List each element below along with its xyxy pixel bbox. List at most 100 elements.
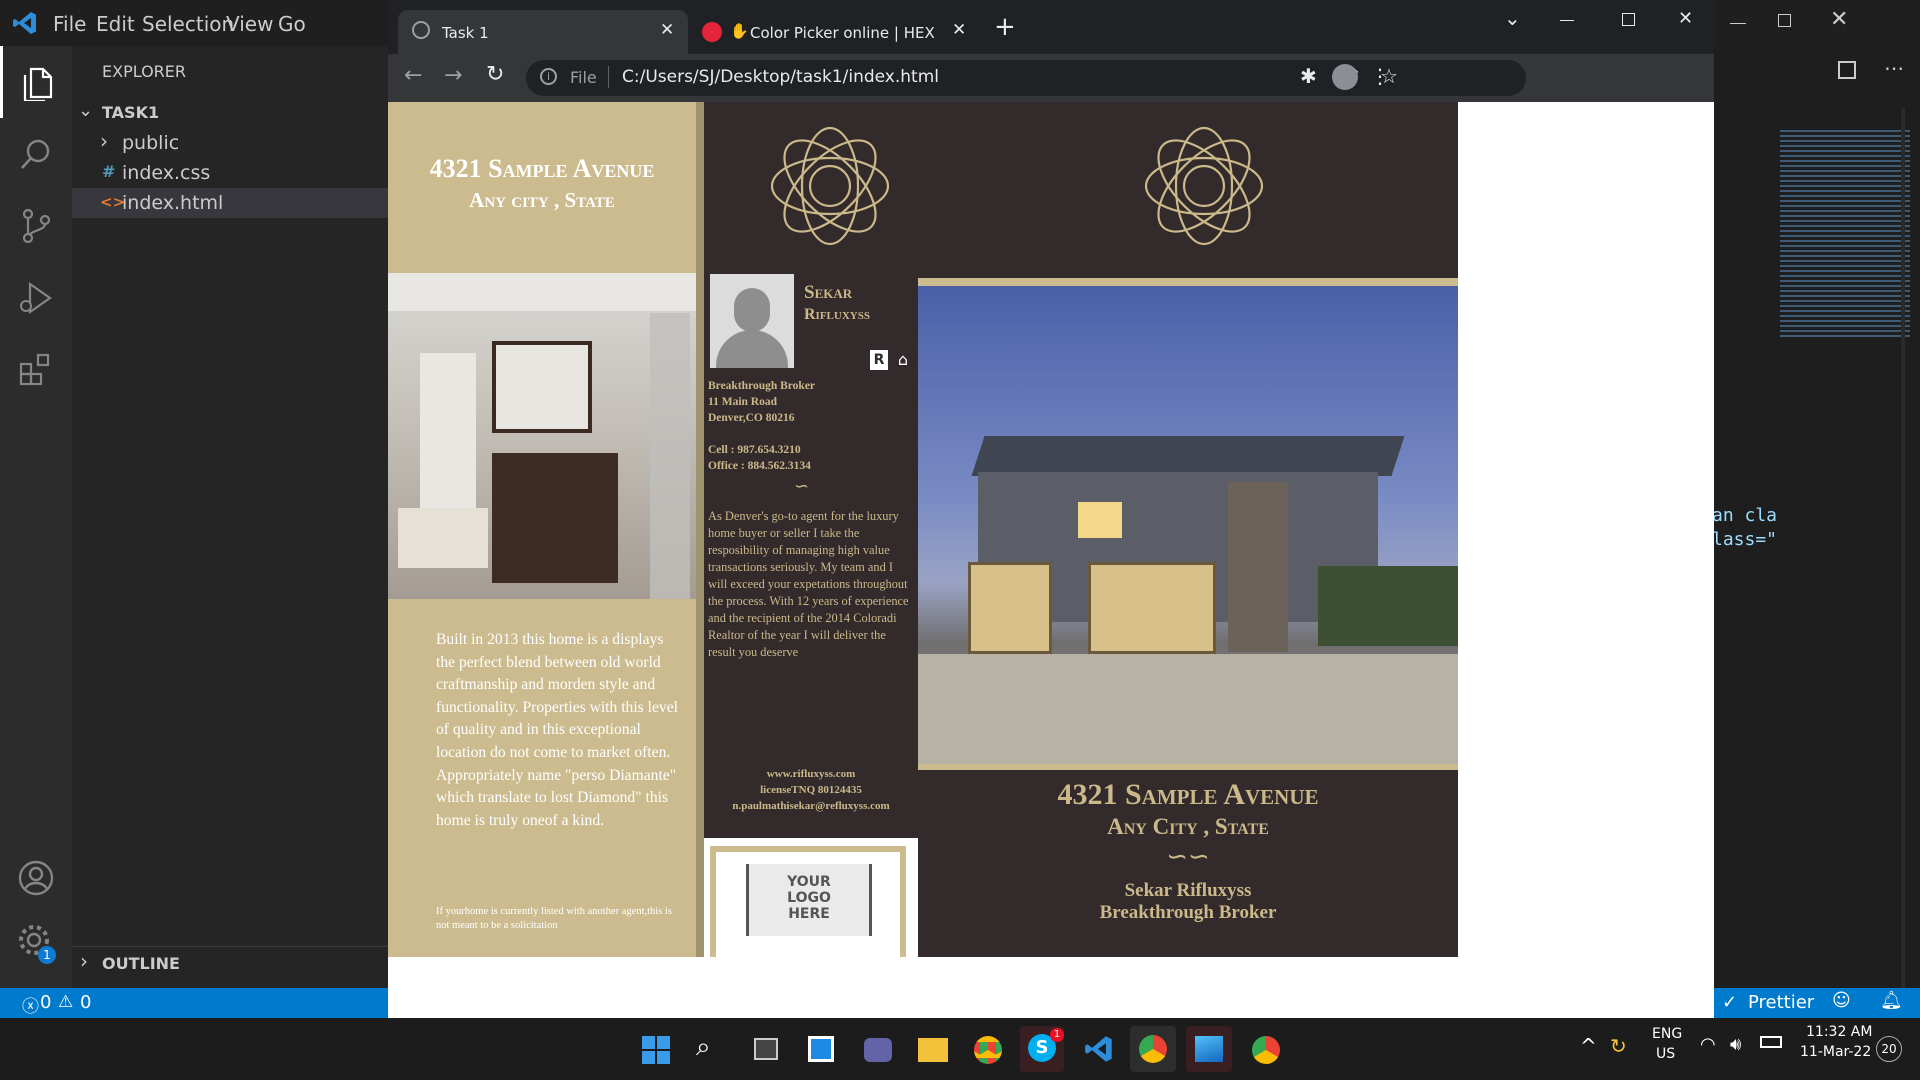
tab-task1[interactable]: Task 1 ✕ <box>398 10 688 54</box>
warning-count[interactable]: 0 <box>80 992 91 1013</box>
feedback-icon[interactable]: ☺ <box>1832 990 1851 1011</box>
forward-icon[interactable]: → <box>444 63 462 88</box>
street-line: 11 Main Road <box>708 396 778 408</box>
explorer-icon[interactable] <box>0 46 72 118</box>
teams-chat-icon[interactable] <box>864 1038 892 1062</box>
flourish-ornament-icon: ∽ <box>794 476 810 497</box>
extensions-puzzle-icon[interactable]: ✱ <box>1300 64 1317 88</box>
tree-item-label: public <box>122 132 180 154</box>
equal-housing-icon: ⌂ <box>897 350 909 369</box>
prettier-status[interactable]: Prettier <box>1748 992 1814 1013</box>
menu-selection[interactable]: Selection <box>142 12 234 36</box>
tray-sync-icon[interactable]: ↻ <box>1610 1034 1627 1058</box>
run-debug-icon[interactable] <box>0 262 72 334</box>
taskbar-search-icon[interactable]: ⌕ <box>696 1032 711 1063</box>
minimap[interactable] <box>1780 130 1910 340</box>
chevron-right-icon: › <box>80 949 88 973</box>
tab-color-picker[interactable]: ✋ Color Picker online | HEX Col ✕ <box>690 10 980 54</box>
website-text: www.rifluxyss.com <box>766 768 856 780</box>
error-icon[interactable]: ⓧ <box>22 992 39 1017</box>
url-text[interactable]: C:/Users/SJ/Desktop/task1/index.html <box>622 67 939 87</box>
vscode-taskbar-icon[interactable] <box>1084 1034 1114 1064</box>
photos-taskbar-icon[interactable] <box>1186 1026 1232 1072</box>
menu-edit[interactable]: Edit <box>96 12 135 36</box>
tree-item-label: index.css <box>122 162 211 184</box>
manage-gear-icon[interactable]: 1 <box>0 912 72 972</box>
clock-time[interactable]: 11:32 AM <box>1806 1024 1872 1040</box>
wifi-icon[interactable]: ◠ <box>1700 1034 1716 1055</box>
chrome-maximize-icon[interactable] <box>1622 13 1635 26</box>
split-editor-icon[interactable] <box>1838 61 1856 79</box>
chevron-right-icon: › <box>100 129 108 153</box>
reload-icon[interactable]: ↻ <box>486 62 504 87</box>
widgets-icon[interactable] <box>808 1036 834 1062</box>
vscode-close-icon[interactable]: ✕ <box>1830 7 1848 32</box>
scrollbar[interactable] <box>1901 108 1905 988</box>
menu-go[interactable]: Go <box>278 12 306 36</box>
more-actions-icon[interactable]: ⋯ <box>1884 56 1904 80</box>
office-line: Office : 884.562.3134 <box>708 460 811 472</box>
skype-taskbar-icon[interactable]: S 1 <box>1020 1026 1064 1072</box>
info-icon[interactable]: i <box>540 68 557 85</box>
tab-search-chevron-icon[interactable]: ⌄ <box>1504 6 1521 30</box>
tree-item-label: index.html <box>122 192 224 214</box>
error-count[interactable]: 0 <box>40 992 51 1013</box>
chrome-taskbar-icon[interactable] <box>974 1036 1002 1064</box>
menu-view[interactable]: View <box>226 12 273 36</box>
broker-line: Breakthrough Broker <box>708 380 816 392</box>
windows-start-icon[interactable] <box>642 1036 670 1064</box>
language-indicator[interactable]: ENG <box>1652 1026 1682 1042</box>
vscode-logo-icon <box>13 12 36 34</box>
search-icon[interactable] <box>0 118 72 190</box>
logo-frame: YOUR LOGO HERE <box>710 846 906 957</box>
folder-name: TASK1 <box>102 103 160 122</box>
chrome-close-icon[interactable]: ✕ <box>1678 8 1693 29</box>
extensions-icon[interactable] <box>0 334 72 406</box>
address-divider <box>608 66 609 88</box>
tree-item-public[interactable]: › public <box>72 128 388 158</box>
notification-count-badge[interactable]: 20 <box>1876 1036 1902 1062</box>
tree-item-index-css[interactable]: # index.css <box>72 158 388 188</box>
chrome-toolbar: ← → ↻ i File C:/Users/SJ/Desktop/task1/i… <box>388 54 1714 102</box>
tab-close-icon[interactable]: ✕ <box>952 20 966 40</box>
panel-divider <box>696 102 704 957</box>
profile-avatar[interactable] <box>1332 64 1358 90</box>
back-icon[interactable]: ← <box>404 63 422 88</box>
vscode-restore-icon[interactable] <box>1778 14 1791 27</box>
battery-icon[interactable] <box>1760 1036 1782 1048</box>
chrome-menu-icon[interactable]: ⋮ <box>1370 64 1390 88</box>
accounts-icon[interactable] <box>0 848 72 908</box>
volume-icon[interactable]: 🔊︎ <box>1730 1034 1741 1055</box>
outline-section[interactable]: › OUTLINE <box>72 946 388 978</box>
notifications-bell-icon[interactable]: 🔔︎ <box>1880 990 1903 1011</box>
new-tab-icon[interactable]: + <box>994 12 1016 42</box>
clock-date[interactable]: 11-Mar-22 <box>1800 1044 1871 1060</box>
hand-icon: ✋ <box>730 22 749 40</box>
region-indicator[interactable]: US <box>1656 1046 1675 1062</box>
logo-section: YOUR LOGO HERE <box>704 838 918 957</box>
agent-last-name: Rifluxyss <box>804 306 870 323</box>
tab-close-icon[interactable]: ✕ <box>660 20 674 40</box>
tray-chevron-icon[interactable]: ^ <box>1580 1034 1597 1058</box>
tree-item-index-html[interactable]: <> index.html <box>72 188 388 218</box>
chrome-profile-taskbar-icon[interactable] <box>1252 1036 1280 1064</box>
folder-header[interactable]: ⌄ TASK1 <box>72 98 388 128</box>
chrome-minimize-icon[interactable] <box>1560 20 1574 21</box>
city-line: Denver,CO 80216 <box>708 412 795 424</box>
right-panel: 4321 Sample Avenue Any City , State ∽∽ S… <box>918 102 1458 957</box>
logo-text: LOGO <box>787 890 831 906</box>
explorer-title: EXPLORER <box>102 62 186 81</box>
menu-file[interactable]: File <box>53 12 86 36</box>
agent-first-name: Sekar <box>804 282 853 303</box>
vscode-minimize-icon[interactable] <box>1730 23 1746 24</box>
file-explorer-icon[interactable] <box>918 1038 948 1062</box>
source-control-icon[interactable] <box>0 190 72 262</box>
task-view-icon[interactable] <box>754 1038 778 1060</box>
tab-strip: Task 1 ✕ ✋ Color Picker online | HEX Col… <box>388 0 1714 54</box>
warning-icon[interactable]: ⚠ <box>58 992 73 1012</box>
ornamental-logo-icon <box>770 126 890 246</box>
agent-bio: As Denver's go-to agent for the luxury h… <box>708 509 909 659</box>
editor-toolbar: ⋯ <box>1712 46 1920 108</box>
color-picker-favicon-icon <box>702 22 722 42</box>
chrome-color-picker-taskbar-icon[interactable] <box>1130 1026 1176 1072</box>
